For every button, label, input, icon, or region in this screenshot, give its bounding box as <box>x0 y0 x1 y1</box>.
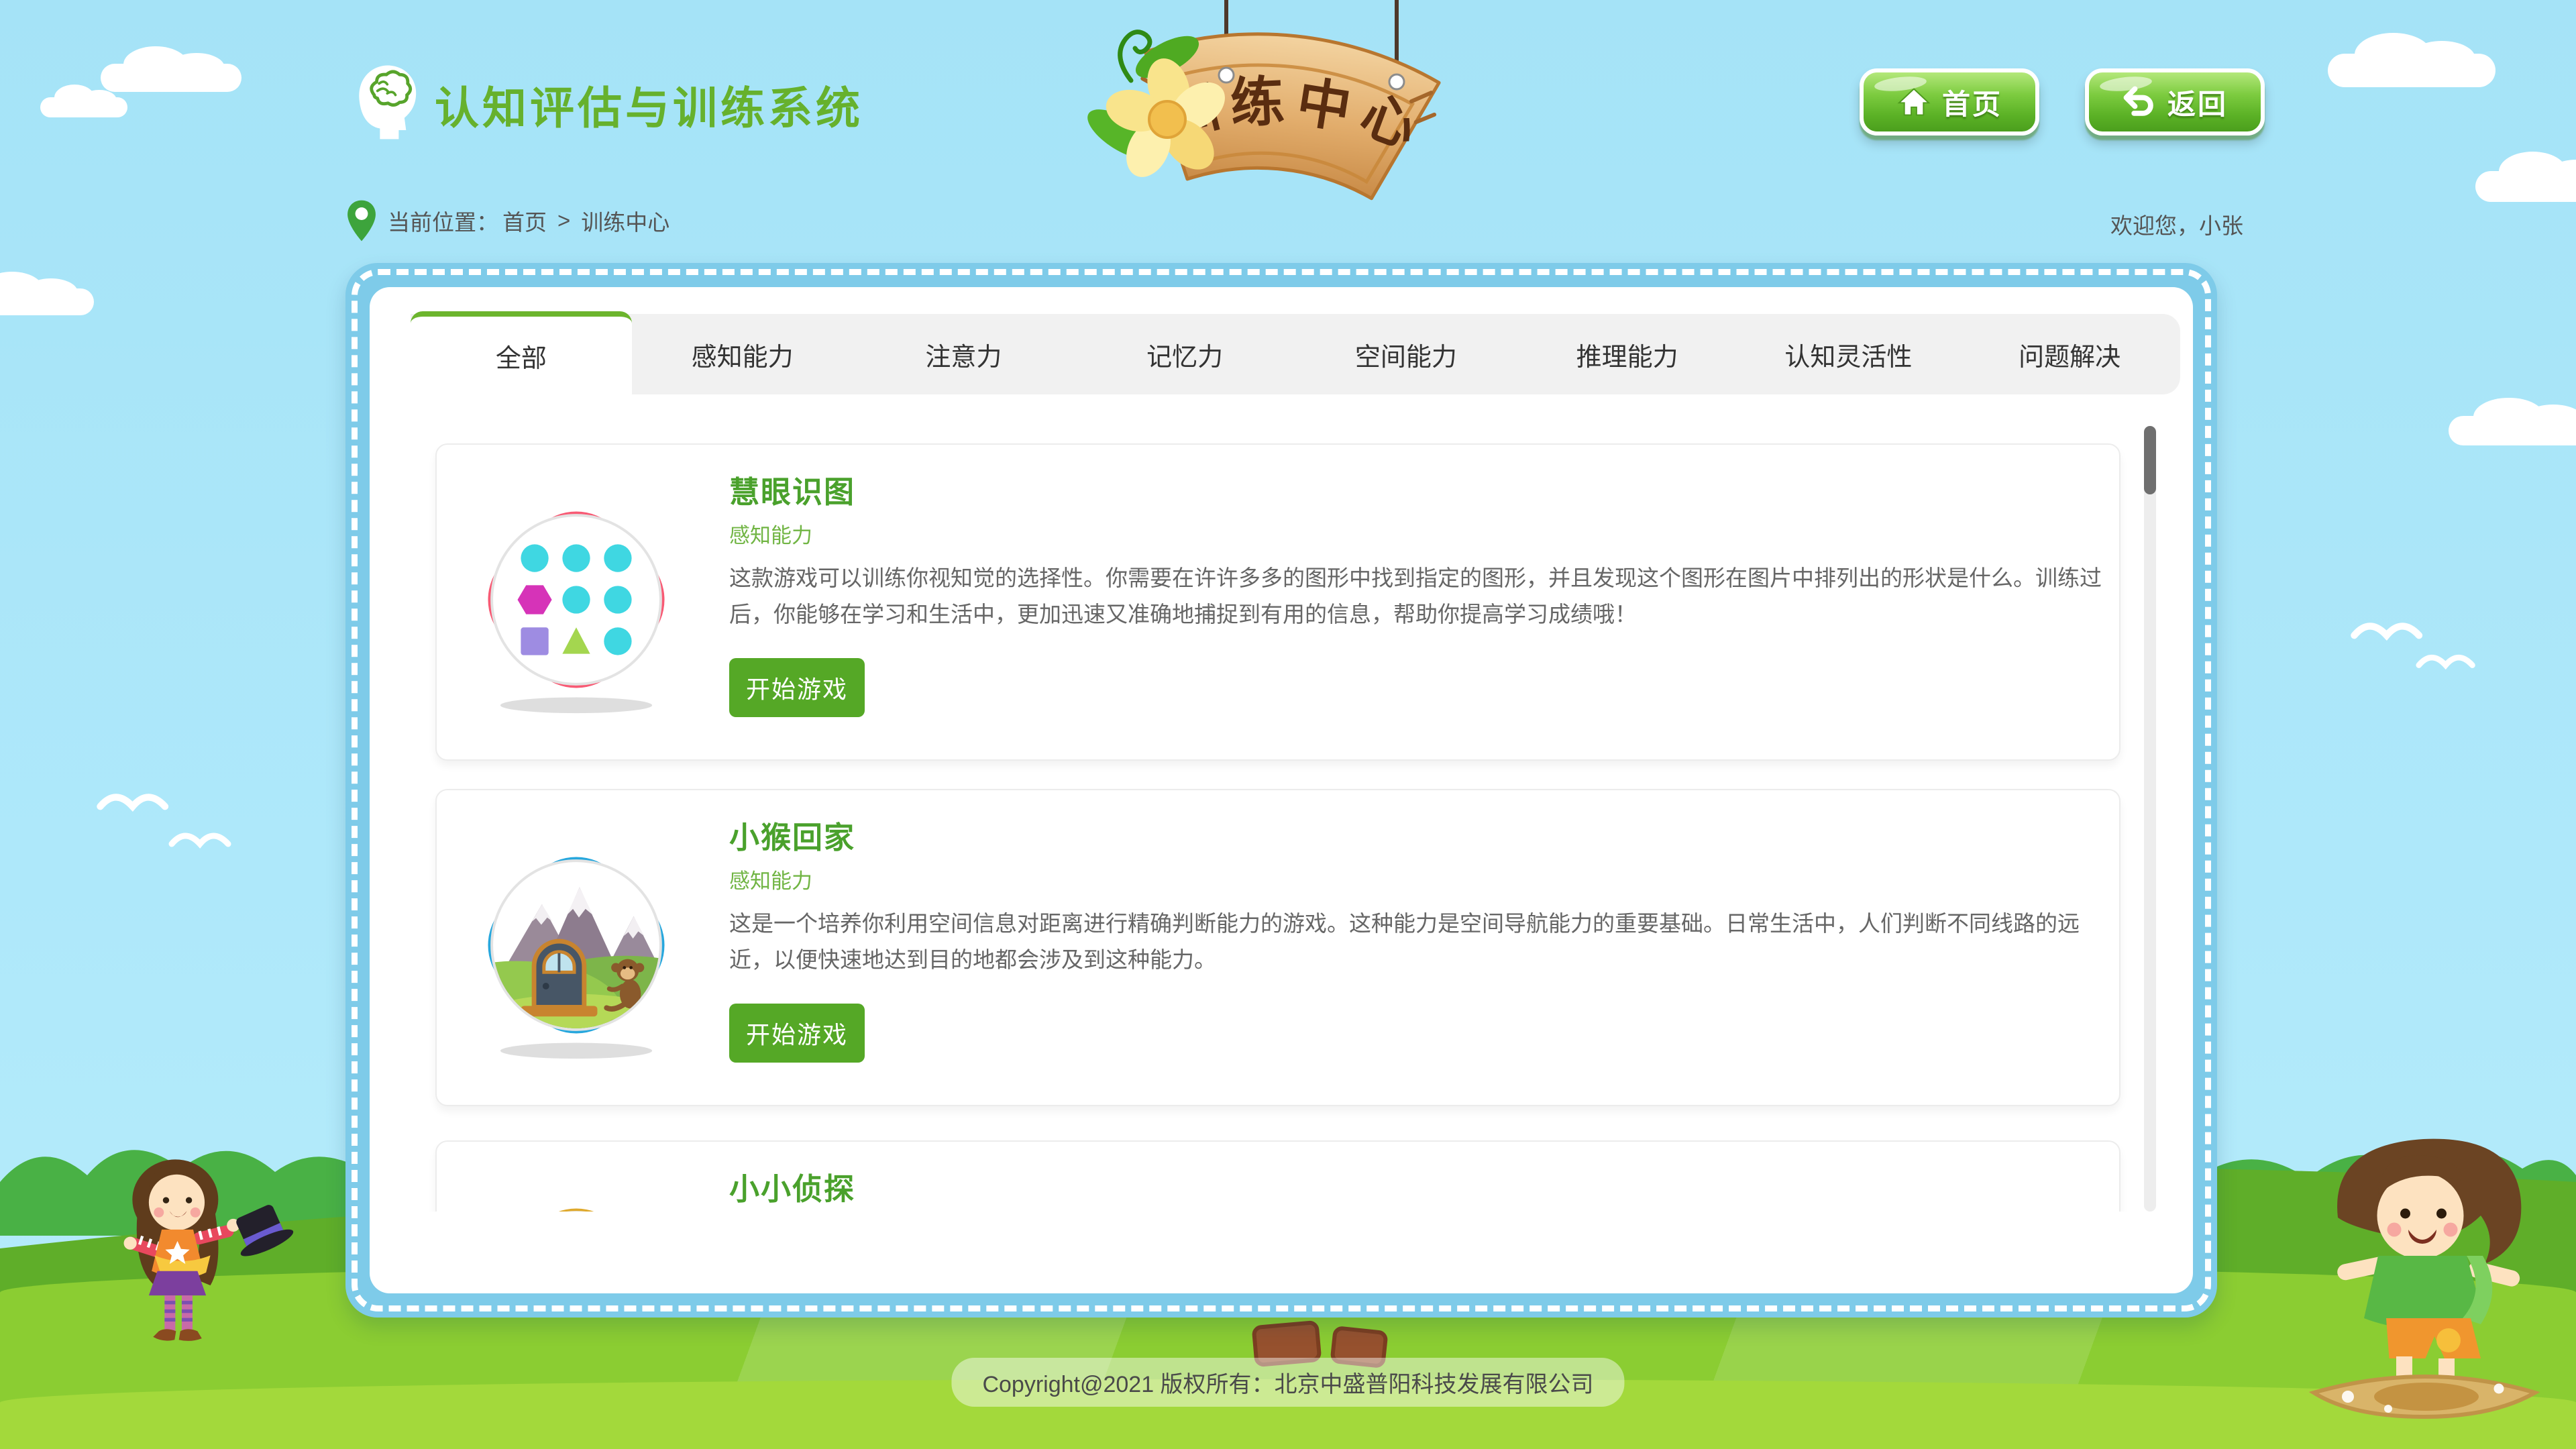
cloud <box>2449 416 2576 445</box>
cloud <box>2328 54 2496 87</box>
girl-with-hat-illustration <box>107 1134 322 1348</box>
home-button[interactable]: 首页 <box>1860 68 2039 136</box>
page: 认知评估与训练系统 训练中心 <box>0 0 2576 1449</box>
tab-attention[interactable]: 注意力 <box>853 314 1075 394</box>
scrollbar-track[interactable] <box>2144 426 2156 1212</box>
cloud <box>101 64 241 92</box>
back-button[interactable]: 返回 <box>2085 68 2265 136</box>
app-title: 认知评估与训练系统 <box>435 72 863 137</box>
breadcrumb: 当前位置：首页 > 训练中心 <box>346 199 669 243</box>
tab-label: 推理能力 <box>1576 336 1678 373</box>
game-list: 慧眼识图 感知能力 这款游戏可以训练你视知觉的选择性。你需要在许许多多的图形中找… <box>423 402 2156 1212</box>
brain-logo-icon <box>339 59 425 149</box>
tab-label: 感知能力 <box>692 336 794 373</box>
breadcrumb-current: 训练中心 <box>581 205 669 237</box>
scrollbar-thumb[interactable] <box>2144 426 2156 494</box>
tab-label: 记忆力 <box>1146 336 1223 373</box>
game-card: 小猴回家 感知能力 这是一个培养你利用空间信息对距离进行精确判断能力的游戏。这种… <box>435 789 2121 1106</box>
breadcrumb-home-link[interactable]: 首页 <box>502 205 547 237</box>
detective-icon <box>458 1178 695 1212</box>
home-icon <box>1896 85 1931 119</box>
tab-label: 注意力 <box>925 336 1002 373</box>
start-game-button[interactable]: 开始游戏 <box>729 658 865 717</box>
tab-bar: 全部 感知能力 注意力 记忆力 空间能力 推理能力 认知灵活性 问题解决 <box>411 314 2180 394</box>
bird-icon <box>94 785 174 816</box>
game-title: 慧眼识图 <box>729 468 855 511</box>
tab-flexibility[interactable]: 认知灵活性 <box>1738 314 1960 394</box>
tab-reasoning[interactable]: 推理能力 <box>1517 314 1738 394</box>
tab-label: 认知灵活性 <box>1784 336 1912 373</box>
training-center-sign: 训练中心 <box>1067 0 1509 208</box>
breadcrumb-prefix: 当前位置： <box>388 205 498 237</box>
start-game-button[interactable]: 开始游戏 <box>729 1004 865 1063</box>
cloud <box>40 97 127 117</box>
game-category: 感知能力 <box>729 864 812 894</box>
bird-icon <box>2348 614 2428 645</box>
game-title: 小小侦探 <box>729 1165 855 1208</box>
home-button-label: 首页 <box>1942 82 2002 123</box>
tab-label: 空间能力 <box>1355 336 1457 373</box>
tab-memory[interactable]: 记忆力 <box>1074 314 1295 394</box>
game-card: 慧眼识图 感知能力 这款游戏可以训练你视知觉的选择性。你需要在许许多多的图形中找… <box>435 443 2121 761</box>
tab-problem-solving[interactable]: 问题解决 <box>1959 314 2180 394</box>
cloud <box>0 288 94 315</box>
game-title: 小猴回家 <box>729 813 855 857</box>
bird-icon <box>2415 647 2479 673</box>
welcome-message: 欢迎您，小张 <box>2110 208 2243 240</box>
game-category: 感知能力 <box>729 519 812 549</box>
game-description: 这是一个培养你利用空间信息对距离进行精确判断能力的游戏。这种能力是空间导航能力的… <box>729 906 2104 978</box>
game-card: 小小侦探 <box>435 1140 2121 1212</box>
game-description: 这款游戏可以训练你视知觉的选择性。你需要在许许多多的图形中找到指定的图形，并且发… <box>729 560 2104 633</box>
monkey-door-icon <box>458 826 695 1064</box>
copyright-text: Copyright@2021 版权所有：北京中盛普阳科技发展有限公司 <box>982 1372 1593 1397</box>
bird-icon <box>168 825 235 852</box>
copyright-bar: Copyright@2021 版权所有：北京中盛普阳科技发展有限公司 <box>951 1358 1624 1407</box>
tab-perception[interactable]: 感知能力 <box>632 314 853 394</box>
shapes-grid-icon <box>458 481 695 718</box>
tab-label: 全部 <box>496 337 547 374</box>
breadcrumb-separator: > <box>557 208 570 233</box>
back-icon <box>2122 85 2157 119</box>
back-button-label: 返回 <box>2167 82 2228 123</box>
location-pin-icon <box>346 199 377 243</box>
tab-spatial[interactable]: 空间能力 <box>1295 314 1517 394</box>
tab-all[interactable]: 全部 <box>411 311 632 394</box>
cloud <box>2475 171 2576 202</box>
boy-on-surfboard-illustration <box>2277 1110 2576 1426</box>
tab-label: 问题解决 <box>2019 336 2121 373</box>
